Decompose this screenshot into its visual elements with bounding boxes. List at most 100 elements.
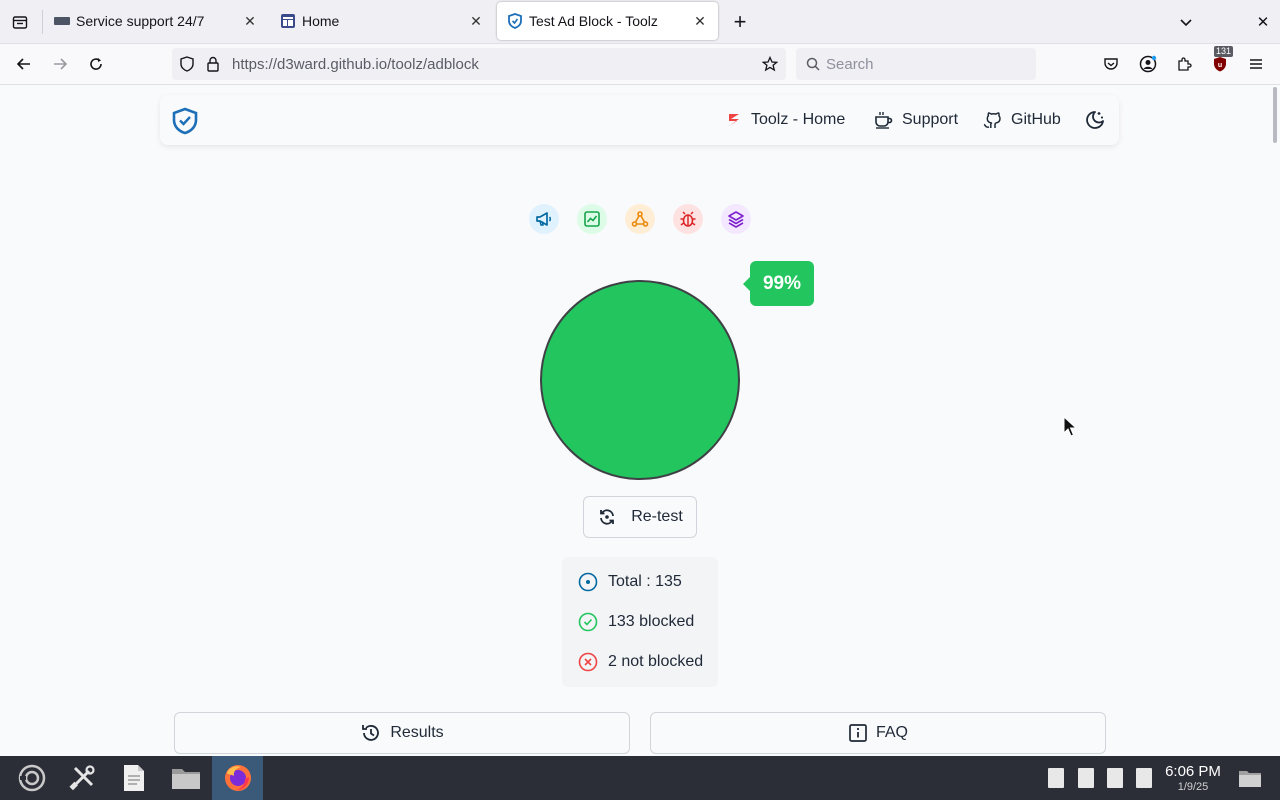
close-window-button[interactable]: ✕: [1251, 10, 1275, 34]
close-tab-icon[interactable]: ✕: [242, 13, 258, 29]
firefox-taskbar-button[interactable]: [222, 762, 254, 794]
system-menu-button[interactable]: [16, 762, 48, 794]
tab-title: Test Ad Block - Toolz: [529, 13, 658, 29]
ublock-shield-icon: u: [1214, 57, 1226, 72]
ublock-extension-button[interactable]: u 131: [1208, 46, 1234, 76]
tray-doc-icon[interactable]: [1048, 768, 1064, 788]
score-percentage: 99%: [762, 272, 802, 294]
close-tab-icon[interactable]: ✕: [692, 13, 708, 29]
tools-icon: [69, 765, 95, 791]
arrow-right-icon: [54, 58, 68, 70]
browser-nav-bar: https://d3ward.github.io/toolz/adblock S…: [0, 44, 1280, 85]
x-circle-icon: [578, 652, 598, 672]
stat-blocked-text: 133 blocked: [608, 613, 695, 630]
faq-label: FAQ: [875, 724, 908, 741]
back-button[interactable]: [12, 52, 36, 76]
nav-support-label: Support: [902, 111, 959, 128]
nav-github-label: GitHub: [1011, 111, 1061, 128]
list-all-tabs-button[interactable]: [1174, 10, 1198, 34]
extension-badge: 131: [1214, 46, 1234, 57]
category-analytics-button[interactable]: [577, 204, 607, 234]
taskbar-clock[interactable]: 6:06 PM 1/9/25: [1160, 764, 1226, 794]
result-stats-panel: Total : 135 133 blocked 2 not blocked: [562, 557, 718, 687]
clock-date: 1/9/25: [1177, 781, 1209, 793]
coffee-cup-icon: [875, 112, 893, 129]
file-manager-button[interactable]: [170, 762, 202, 794]
power-swirl-icon: [18, 764, 46, 792]
pocket-icon: [1104, 58, 1118, 70]
category-trackers-button[interactable]: [625, 204, 655, 234]
account-button[interactable]: [1136, 52, 1160, 76]
clock-time: 6:06 PM: [1165, 763, 1221, 780]
site-logo-shield-icon[interactable]: [172, 107, 198, 135]
arrow-left-icon: [16, 58, 30, 70]
chevron-down-icon: [1180, 19, 1192, 27]
shield-favicon-icon: [507, 13, 523, 29]
tab-overview-button[interactable]: [8, 10, 32, 34]
tray-doc-icon[interactable]: [1078, 768, 1094, 788]
theme-toggle-moon-icon[interactable]: [1084, 109, 1106, 131]
bookmark-star-icon[interactable]: [762, 56, 778, 72]
category-mix-button[interactable]: [721, 204, 751, 234]
layers-icon: [728, 211, 744, 228]
tab-test-ad-block[interactable]: Test Ad Block - Toolz ✕: [497, 2, 718, 40]
retest-button[interactable]: Re-test: [583, 496, 697, 538]
extensions-button[interactable]: [1172, 52, 1196, 76]
lock-icon[interactable]: [206, 56, 222, 72]
bug-icon: [680, 211, 696, 227]
result-score-circle: [540, 280, 740, 480]
check-circle-icon: [578, 612, 598, 632]
folder-icon: [1239, 771, 1261, 787]
folder-icon: [172, 769, 200, 789]
new-tab-button[interactable]: +: [728, 10, 752, 34]
reload-button[interactable]: [84, 52, 108, 76]
refresh-icon: [600, 509, 615, 525]
tab-service-support[interactable]: Service support 24/7 ✕: [44, 2, 268, 40]
tray-doc-icon[interactable]: [1107, 768, 1123, 788]
results-button[interactable]: Results: [174, 712, 630, 754]
category-error-trackers-button[interactable]: [673, 204, 703, 234]
tab-favicon-icon: [280, 13, 296, 29]
megaphone-icon: [536, 212, 552, 226]
forward-button[interactable]: [48, 52, 72, 76]
firefox-icon: [225, 765, 251, 791]
tab-title: Service support 24/7: [76, 13, 205, 29]
network-nodes-icon: [631, 211, 649, 227]
tray-doc-icon[interactable]: [1136, 768, 1152, 788]
reload-icon: [90, 58, 102, 70]
close-icon: ✕: [1256, 14, 1270, 31]
site-header: Toolz - Home Support GitHub: [160, 95, 1119, 145]
search-placeholder: Search: [826, 55, 874, 73]
url-bar[interactable]: https://d3ward.github.io/toolz/adblock: [172, 48, 786, 80]
show-desktop-button[interactable]: [1234, 762, 1266, 794]
settings-tools-button[interactable]: [66, 762, 98, 794]
score-percentage-badge: 99%: [743, 261, 814, 306]
browser-tab-bar: Service support 24/7 ✕ Home ✕ Test Ad Bl…: [0, 0, 1280, 44]
tab-title: Home: [302, 13, 340, 29]
category-ads-button[interactable]: [529, 204, 559, 234]
search-bar[interactable]: Search: [796, 48, 1036, 80]
mouse-cursor-icon: [1063, 416, 1077, 437]
text-editor-button[interactable]: [118, 762, 150, 794]
nav-github-link[interactable]: GitHub: [982, 108, 1061, 132]
results-label: Results: [390, 724, 444, 741]
nav-support-link[interactable]: Support: [873, 108, 958, 132]
url-host: https://d3ward.github.io: [232, 55, 388, 73]
retest-label: Re-test: [631, 508, 683, 525]
puzzle-icon: [1178, 57, 1192, 71]
document-icon: [124, 765, 144, 791]
app-menu-button[interactable]: [1244, 52, 1268, 76]
tracking-shield-icon[interactable]: [180, 56, 196, 72]
stat-not-blocked: 2 not blocked: [578, 651, 703, 673]
stat-blocked: 133 blocked: [578, 611, 694, 633]
history-icon: [362, 725, 380, 741]
scrollbar-thumb[interactable]: [1273, 87, 1277, 143]
github-icon: [983, 112, 1001, 128]
faq-button[interactable]: FAQ: [650, 712, 1106, 754]
tab-home[interactable]: Home ✕: [270, 2, 494, 40]
pocket-button[interactable]: [1099, 52, 1123, 76]
url-path: /toolz/adblock: [387, 55, 479, 73]
stat-not-blocked-text: 2 not blocked: [608, 653, 704, 670]
nav-toolz-home-link[interactable]: Toolz - Home: [726, 108, 845, 132]
close-tab-icon[interactable]: ✕: [468, 13, 484, 29]
